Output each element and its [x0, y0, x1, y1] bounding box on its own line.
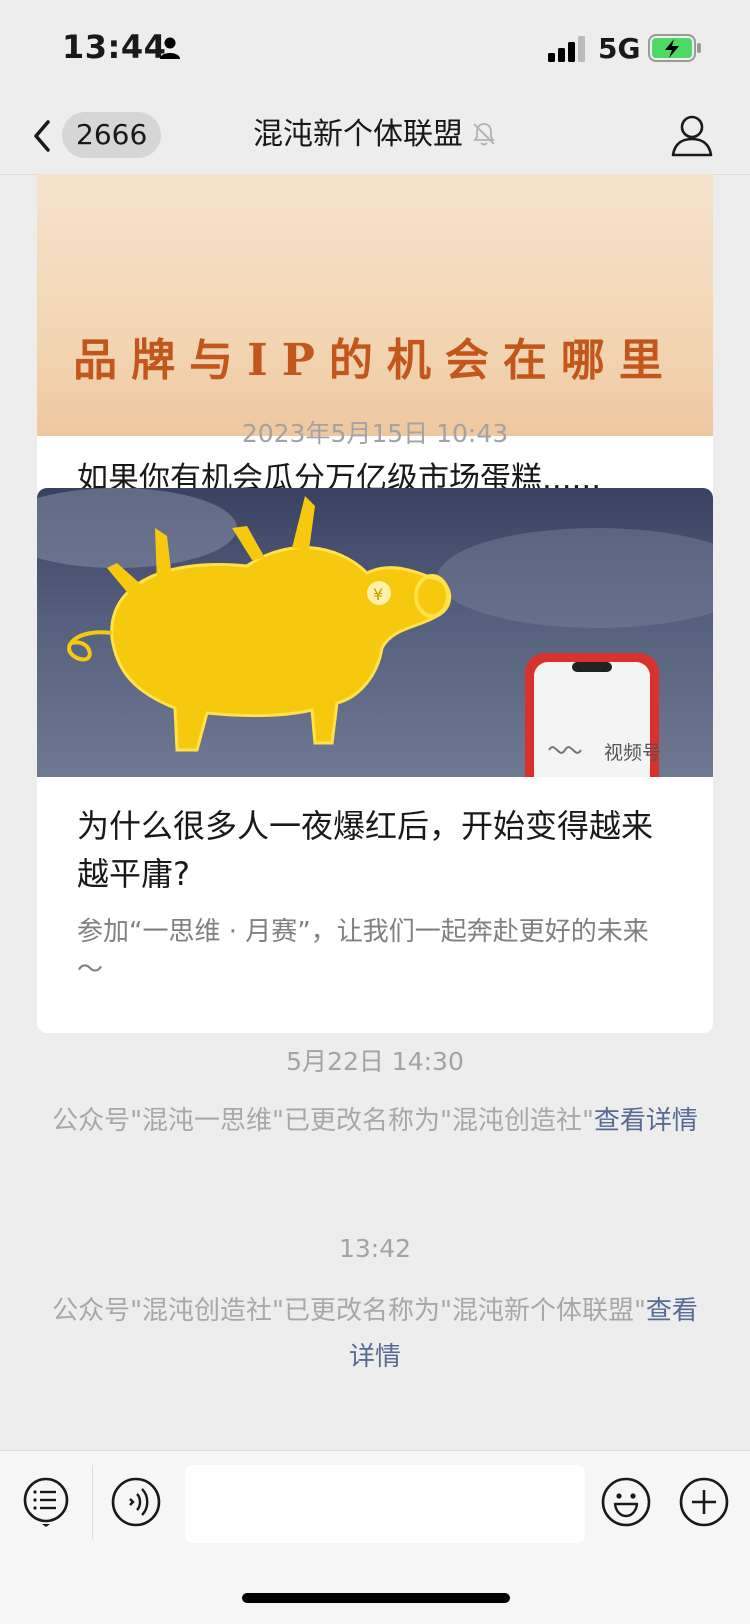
home-indicator[interactable] [242, 1593, 510, 1603]
timestamp: 5月22日 14:30 [286, 1047, 464, 1076]
voice-icon[interactable] [110, 1476, 162, 1528]
article-title: 为什么很多人一夜爆红后，开始变得越来越平庸? [77, 807, 654, 893]
system-notice-text: 公众号"混沌创造社"已更改名称为"混沌新个体联盟" [52, 1296, 646, 1326]
system-notice: 公众号"混沌一思维"已更改名称为"混沌创造社"查看详情 [50, 1098, 700, 1144]
battery-icon [648, 34, 701, 62]
timestamp: 13:42 [338, 1234, 412, 1263]
nav-bar: 2666 混沌新个体联盟 [0, 100, 750, 175]
menu-divider [92, 1465, 93, 1539]
system-notice: 公众号"混沌创造社"已更改名称为"混沌新个体联盟"查看详情 [50, 1288, 700, 1380]
article-banner: 品牌与IP的机会在哪里 [37, 174, 713, 436]
page-title-text: 混沌新个体联盟 [253, 117, 463, 152]
timestamp: 2023年5月15日 10:43 [241, 419, 509, 448]
golden-pig-illustration: ¥ [37, 488, 713, 777]
video-account-label: 视频号 [604, 742, 662, 764]
article-card[interactable]: ¥ 视频号 为什么很多人一夜爆红后，开始变得越来越平庸? 参加“一思维 · 月赛… [37, 488, 713, 1033]
message-input[interactable] [185, 1465, 585, 1543]
network-type: 5G [598, 32, 641, 65]
emoji-icon[interactable] [600, 1476, 652, 1528]
add-icon[interactable] [678, 1476, 730, 1528]
profile-icon[interactable] [670, 112, 714, 158]
system-notice-text: 公众号"混沌一思维"已更改名称为"混沌创造社" [52, 1106, 594, 1136]
person-icon [160, 37, 180, 59]
view-details-link[interactable]: 查看详情 [594, 1106, 698, 1136]
page-title: 混沌新个体联盟 [0, 112, 750, 158]
status-bar: 13:44 5G [0, 0, 750, 100]
article-description: 参加“一思维 · 月赛”，让我们一起奔赴更好的未来～ [77, 917, 649, 985]
signal-icon [548, 36, 585, 62]
banner-text: 品牌与IP的机会在哪里 [73, 335, 677, 386]
menu-icon[interactable] [20, 1476, 72, 1528]
mute-icon [473, 122, 495, 145]
article-cover-image: ¥ 视频号 [37, 488, 713, 777]
status-time: 13:44 [62, 28, 167, 66]
svg-text:¥: ¥ [373, 585, 383, 604]
chat-content[interactable]: 品牌与IP的机会在哪里 如果你有机会瓜分万亿级市场蛋糕...... 2023年5… [0, 174, 750, 1450]
